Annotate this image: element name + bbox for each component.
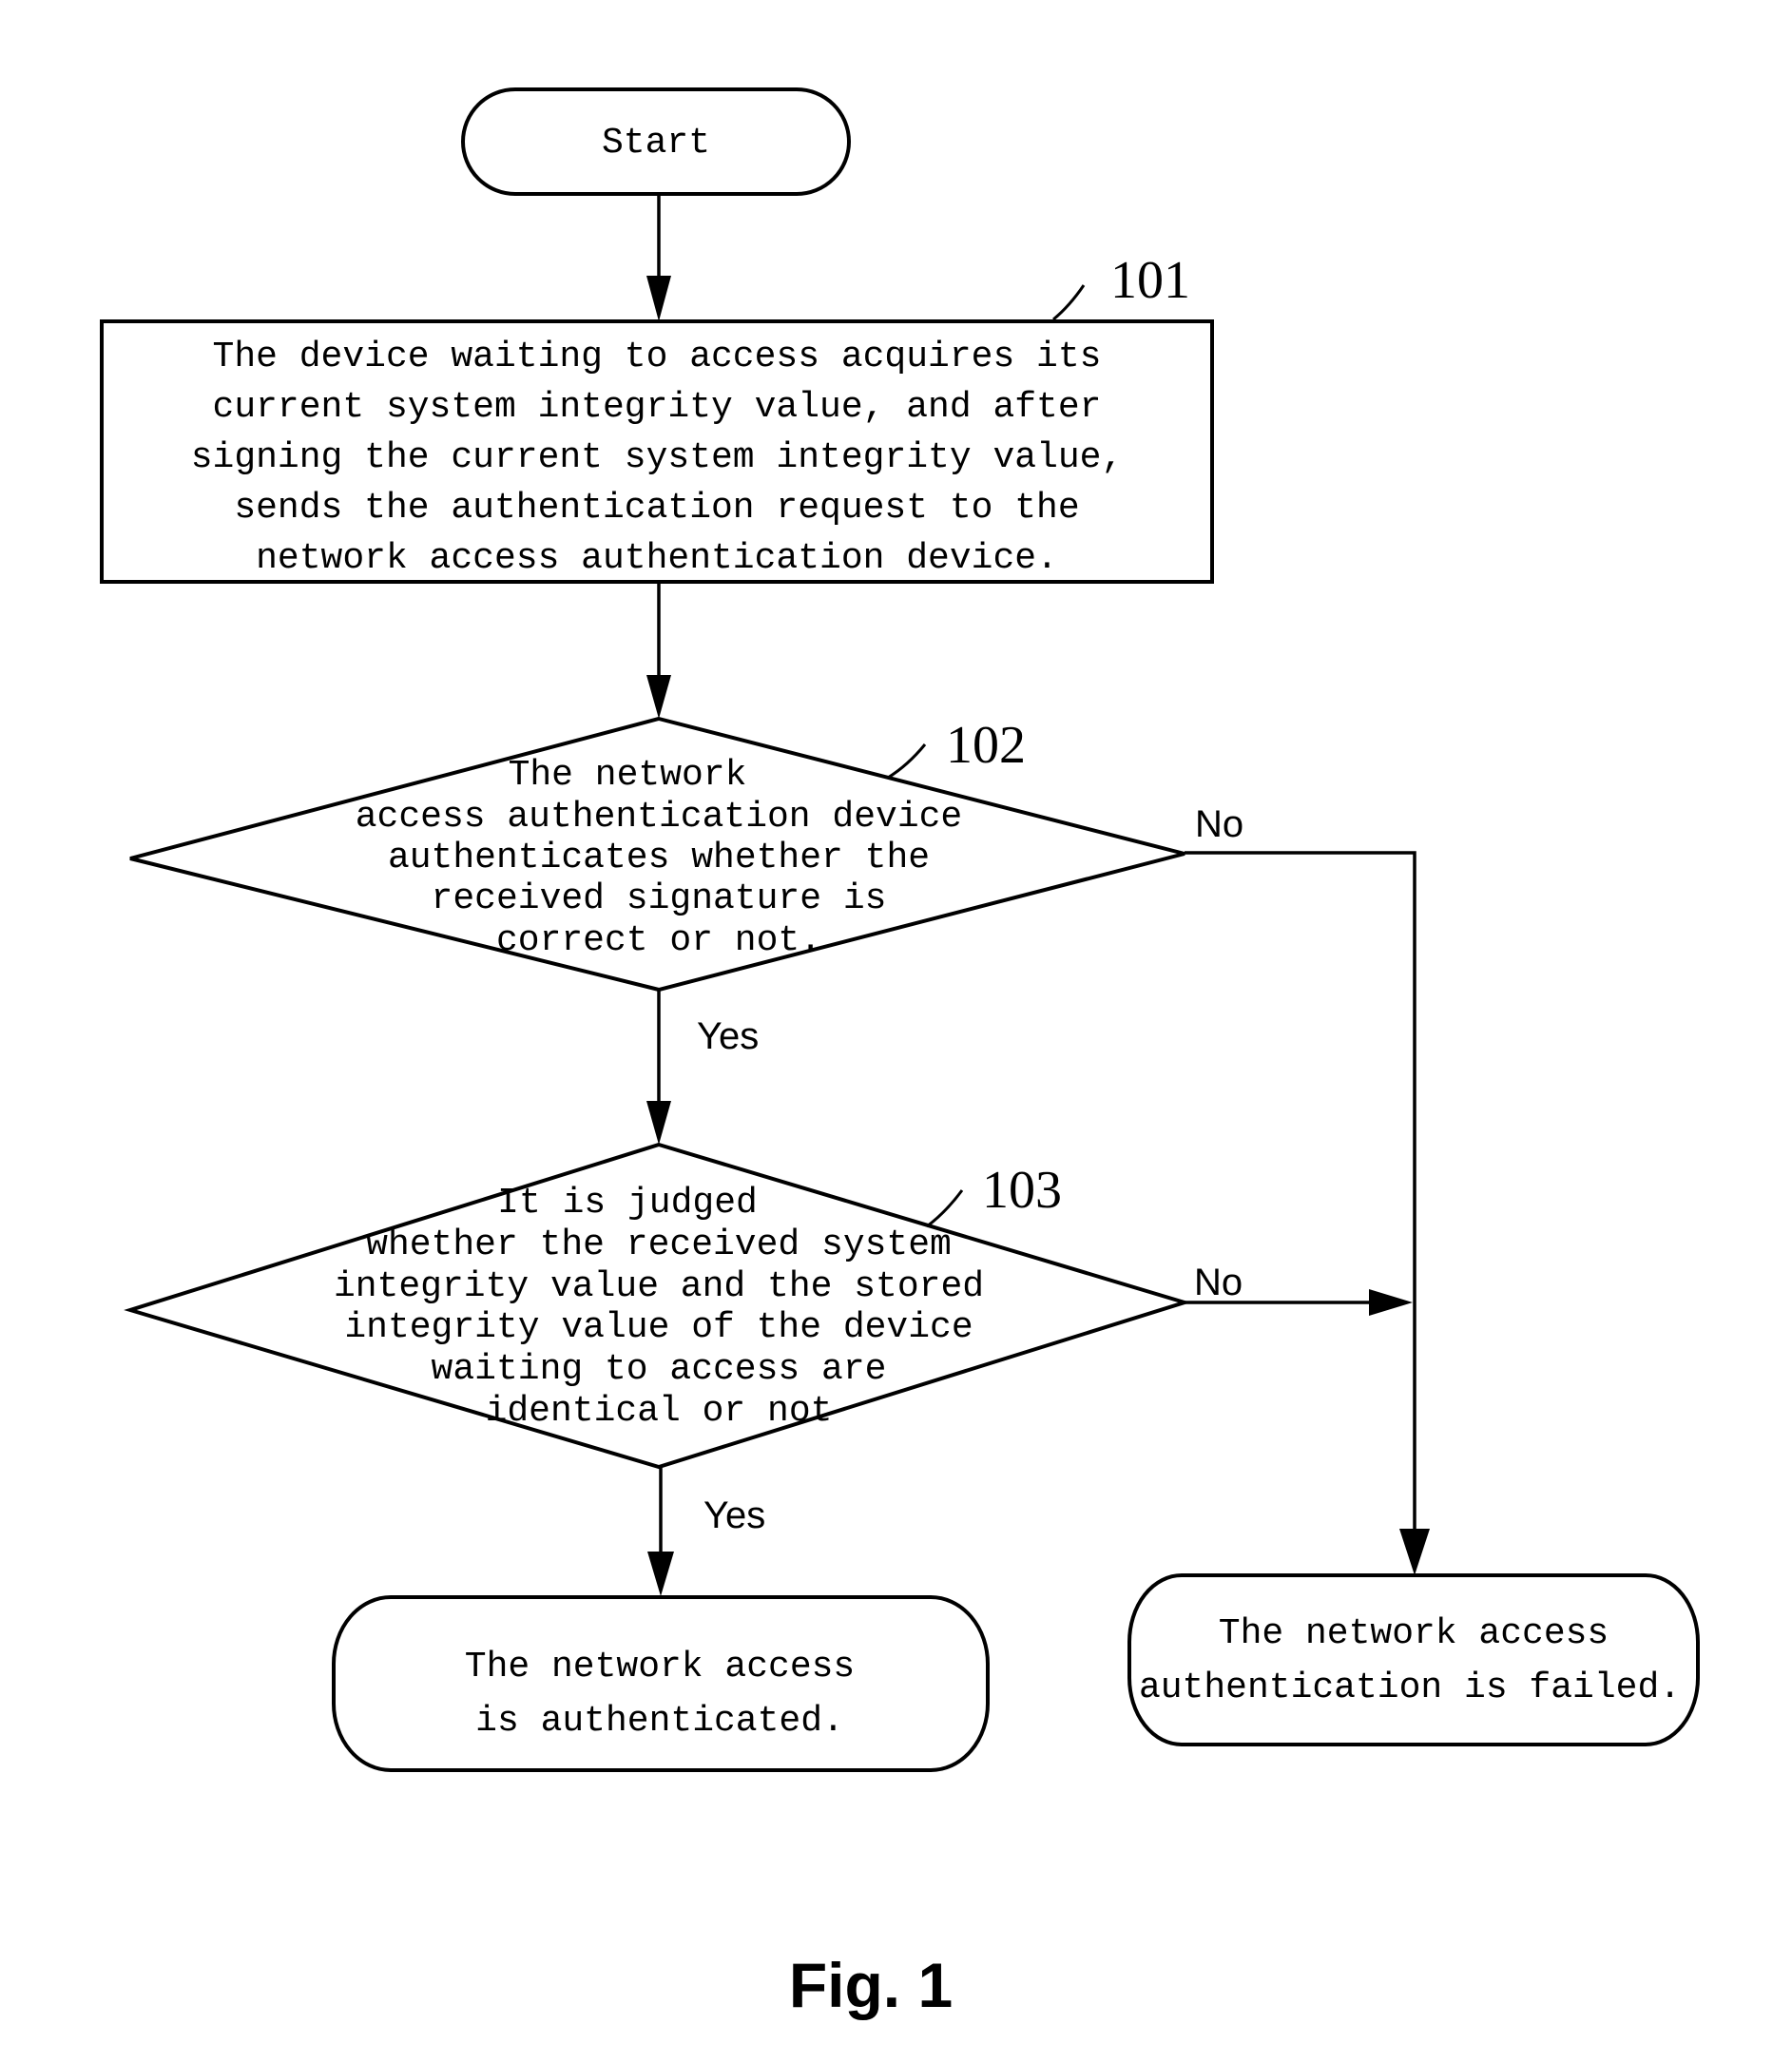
edge-103-yes: Yes: [647, 1467, 765, 1596]
decision-103-line-2: whether the received system: [366, 1224, 952, 1265]
failure-line-2: authentication is failed.: [1139, 1668, 1681, 1708]
decision-103: It is judged whether the received system…: [124, 1142, 1191, 1470]
decision-103-line-4: integrity value of the device: [344, 1307, 973, 1348]
decision-102-line-2: access authentication device: [356, 797, 963, 838]
failure-terminal-shape: [1127, 1573, 1700, 1746]
arrowhead-icon: [1369, 1289, 1413, 1316]
decision-102-line-4: received signature is: [432, 878, 887, 919]
edge-102-yes: Yes: [646, 990, 759, 1145]
ref-leader-103: [926, 1189, 964, 1228]
decision-103-line-6: identical or not: [486, 1391, 833, 1432]
decision-102-line-5: correct or not.: [496, 920, 821, 961]
branch-label-yes-102: Yes: [697, 1015, 759, 1057]
decision-102-line-3: authenticates whether the: [388, 838, 930, 878]
ref-leader-101: [1052, 284, 1086, 321]
edge-102-no: No: [1185, 803, 1430, 1575]
start-label: Start: [602, 123, 710, 164]
success-node: The network access is authenticated.: [332, 1595, 990, 1772]
edge-101-to-102: [646, 582, 671, 719]
decision-103-line-3: integrity value and the stored: [334, 1266, 984, 1307]
ref-leader-102: [887, 743, 927, 780]
edge-103-no: No: [1185, 1262, 1413, 1316]
success-line-2: is authenticated.: [475, 1701, 844, 1742]
process-101-line-5: network access authentication device.: [256, 538, 1058, 579]
flowchart: Start The device waiting to access acqui…: [100, 87, 1700, 2020]
process-101-line-3: signing the current system integrity val…: [191, 437, 1124, 478]
arrowhead-icon: [1399, 1529, 1430, 1575]
decision-103-line-5: waiting to access are: [432, 1349, 887, 1390]
arrowhead-icon: [647, 1552, 674, 1596]
arrowhead-icon: [646, 675, 671, 719]
failure-node: The network access authentication is fai…: [1127, 1573, 1700, 1746]
ref-number-102: 102: [946, 716, 1026, 775]
figure-caption: Fig. 1: [789, 1950, 953, 2020]
decision-102: The network access authentication device…: [129, 716, 1185, 993]
failure-line-1: The network access: [1219, 1613, 1609, 1654]
process-101-line-4: sends the authentication request to the: [234, 488, 1079, 529]
ref-number-101: 101: [1110, 251, 1190, 310]
start-node: Start: [461, 87, 851, 196]
arrowhead-icon: [646, 1101, 671, 1145]
ref-number-103: 103: [982, 1161, 1062, 1220]
decision-102-line-1: The network: [509, 755, 747, 796]
branch-label-no-103: No: [1194, 1262, 1243, 1303]
edge-start-to-101: [646, 194, 671, 321]
success-line-1: The network access: [465, 1647, 855, 1687]
arrowhead-icon: [646, 276, 671, 321]
process-101-line-2: current system integrity value, and afte…: [213, 387, 1102, 428]
process-101-line-1: The device waiting to access acquires it…: [213, 337, 1102, 377]
decision-103-line-1: It is judged: [497, 1183, 758, 1224]
branch-label-no-102: No: [1195, 803, 1243, 845]
branch-label-yes-103: Yes: [703, 1494, 765, 1536]
connector-line: [1185, 851, 1416, 1540]
